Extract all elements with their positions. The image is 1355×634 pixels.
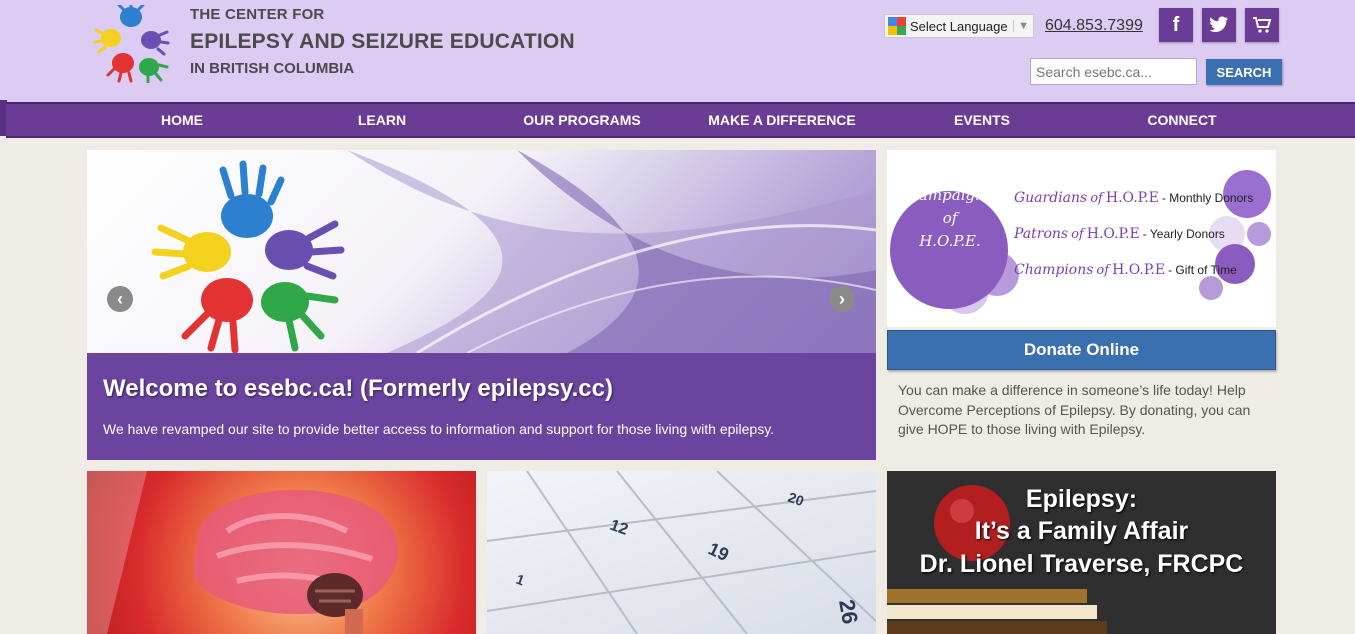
family-affair-title-line3: Dr. Lionel Traverse, FRCPC	[919, 550, 1244, 578]
hope-rows: Guardians of H.O.P.E - Monthly Donors Pa…	[1014, 180, 1253, 288]
hope-row-desc: - Gift of Time	[1168, 263, 1237, 277]
dropdown-arrow-icon: ▼	[1013, 20, 1029, 32]
search-input[interactable]	[1030, 58, 1197, 85]
hero-title[interactable]: Welcome to esebc.ca! (Formerly epilepsy.…	[103, 375, 613, 403]
nav-item-our-programs[interactable]: OUR PROGRAMS	[523, 104, 640, 136]
org-name-line1: THE CENTER FOR	[190, 6, 325, 23]
org-name-line3: IN BRITISH COLUMBIA	[190, 60, 355, 77]
hope-row-hope: H.O.P.E	[1086, 226, 1140, 242]
hero-text: We have revamped our site to provide bet…	[103, 421, 775, 437]
hope-row-of: of	[1090, 190, 1103, 206]
hope-row-label: Patrons	[1014, 226, 1069, 242]
hope-row-desc: - Yearly Donors	[1142, 227, 1225, 241]
hope-row-of: of	[1096, 262, 1110, 278]
hope-row-guardians: Guardians of H.O.P.E - Monthly Donors	[1014, 180, 1253, 216]
main-nav: HOME LEARN OUR PROGRAMS MAKE A DIFFERENC…	[6, 102, 1355, 138]
shopping-cart-icon[interactable]	[1245, 8, 1279, 42]
hero-caption: Welcome to esebc.ca! (Formerly epilepsy.…	[87, 353, 876, 460]
slider-next-arrow-icon[interactable]: ›	[829, 286, 855, 312]
calendar-number: 12	[608, 517, 631, 539]
site-header: THE CENTER FOR EPILEPSY AND SEIZURE EDUC…	[0, 0, 1355, 102]
slider-prev-arrow-icon[interactable]: ‹	[107, 286, 133, 312]
twitter-icon[interactable]	[1202, 8, 1236, 42]
phone-link[interactable]: 604.853.7399	[1045, 17, 1143, 35]
donate-online-button[interactable]: Donate Online	[887, 330, 1276, 370]
hope-circle-line2: of	[942, 209, 958, 227]
hope-row-desc: - Monthly Donors	[1161, 191, 1254, 205]
calendar-number: 20	[786, 489, 806, 509]
nav-item-learn[interactable]: LEARN	[358, 104, 406, 136]
calendar-tile[interactable]: 12 20 19 26 1	[487, 471, 876, 634]
search-button[interactable]: SEARCH	[1206, 59, 1282, 85]
brain-tile[interactable]	[87, 471, 476, 634]
hope-row-champions: Champions of H.O.P.E - Gift of Time	[1014, 252, 1244, 288]
language-select-label: Select Language	[910, 18, 1008, 34]
brain-illustration	[87, 471, 398, 634]
campaigns-of-hope-banner[interactable]: Campaigns of H.O.P.E. Guardians of H.O.P…	[887, 150, 1276, 327]
family-affair-title-line2: It’s a Family Affair	[974, 517, 1189, 545]
hope-row-hope: H.O.P.E	[1105, 190, 1159, 206]
calendar-number: 1	[514, 571, 527, 589]
hope-circle-line1: Campaigns	[907, 186, 993, 204]
org-name-line2: EPILEPSY AND SEIZURE EDUCATION	[190, 30, 575, 53]
nav-item-connect[interactable]: CONNECT	[1147, 104, 1216, 136]
google-translate-icon	[888, 17, 906, 35]
logo-hands-icon[interactable]	[93, 5, 171, 83]
family-affair-title-line1: Epilepsy:	[1025, 485, 1138, 513]
colorful-hands-icon	[151, 160, 345, 354]
nav-item-home[interactable]: HOME	[161, 104, 203, 136]
hope-row-label: Guardians	[1014, 190, 1088, 206]
facebook-icon[interactable]: f	[1159, 8, 1193, 42]
hope-row-label: Champions	[1014, 262, 1094, 278]
nav-item-make-a-difference[interactable]: MAKE A DIFFERENCE	[708, 104, 856, 136]
hope-row-patrons: Patrons of H.O.P.E - Yearly Donors	[1014, 216, 1244, 252]
calendar-number: 19	[705, 538, 732, 565]
hope-circle-line3: H.O.P.E.	[919, 232, 981, 250]
calendar-illustration: 12 20 19 26 1	[487, 471, 876, 634]
hope-row-hope: H.O.P.E	[1112, 262, 1166, 278]
hope-row-of: of	[1071, 226, 1084, 242]
hero-slider[interactable]: Welcome to esebc.ca! (Formerly epilepsy.…	[87, 150, 876, 460]
donate-description: You can make a difference in someone’s l…	[898, 382, 1251, 437]
hope-circle-text: Campaigns of H.O.P.E.	[897, 184, 1003, 253]
language-select[interactable]: Select Language ▼	[884, 14, 1034, 38]
family-affair-tile[interactable]: Epilepsy: It’s a Family Affair Dr. Lione…	[887, 471, 1276, 634]
nav-item-events[interactable]: EVENTS	[954, 104, 1010, 136]
org-name[interactable]: THE CENTER FOR EPILEPSY AND SEIZURE EDUC…	[190, 6, 575, 77]
calendar-number: 26	[834, 598, 863, 626]
